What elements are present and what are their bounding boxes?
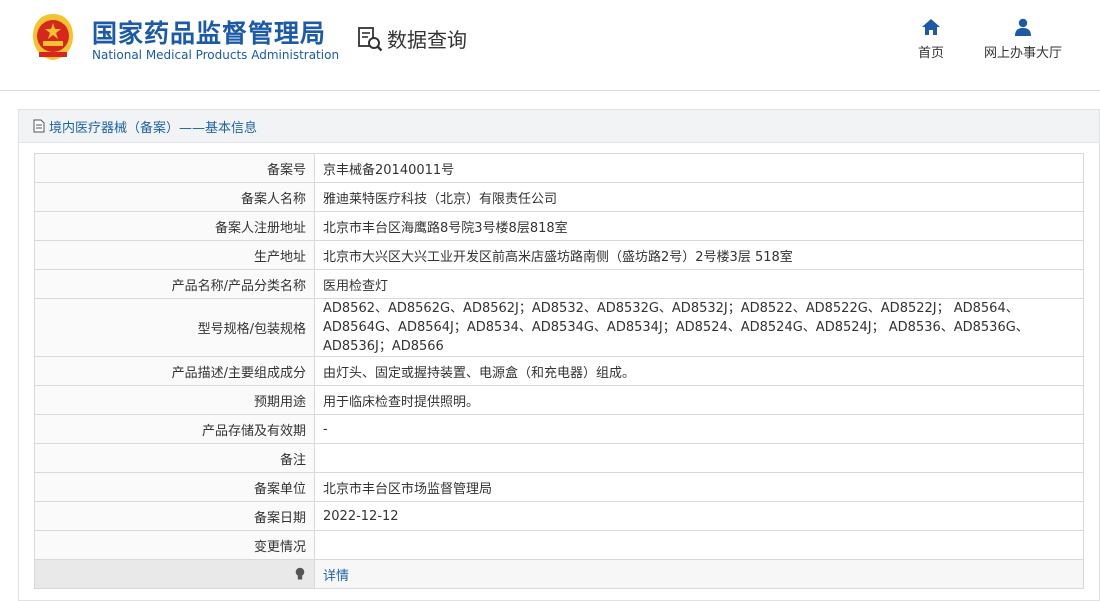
site-title-cn: 国家药品监督管理局 [92,19,327,48]
data-query-label: 数据查询 [387,28,467,52]
field-value [314,530,1084,560]
table-row: 备案号 京丰械备20140011号 [34,153,1084,183]
field-label: 预期用途 [34,385,315,415]
field-label: 型号规格/包装规格 [34,298,315,357]
field-value: 由灯头、固定或握持装置、电源盒（和充电器）组成。 [314,356,1084,386]
table-row: 预期用途 用于临床检查时提供照明。 [34,385,1084,415]
table-row: 产品名称/产品分类名称 医用检查灯 [34,269,1084,299]
field-label: 备案单位 [34,472,315,502]
field-label: 生产地址 [34,240,315,270]
detail-cell: 详情 [314,559,1084,589]
detail-link[interactable]: 详情 [323,569,349,584]
table-row: 备注 [34,443,1084,473]
lightbulb-icon [295,567,305,580]
field-label: 备案日期 [34,501,315,531]
site-header: 国家药品监督管理局 National Medical Products Admi… [0,0,1100,91]
table-row: 备案日期 2022-12-12 [34,501,1084,531]
field-value: AD8562、AD8562G、AD8562J；AD8532、AD8532G、AD… [314,298,1084,357]
field-value [314,443,1084,473]
detail-icon-cell [34,559,315,589]
field-value: 北京市大兴区大兴工业开发区前高米店盛坊路南侧（盛坊路2号）2号楼3层 518室 [314,240,1084,270]
field-label: 备案号 [34,153,315,183]
panel-header: 境内医疗器械（备案）——基本信息 [19,110,1099,143]
record-info-panel: 境内医疗器械（备案）——基本信息 备案号 京丰械备20140011号 备案人名称… [18,109,1100,601]
record-info-table: 备案号 京丰械备20140011号 备案人名称 雅迪莱特医疗科技（北京）有限责任… [34,153,1084,589]
site-title-en: National Medical Products Administration [92,48,340,62]
national-emblem-icon [33,14,73,60]
field-value: 北京市丰台区市场监督管理局 [314,472,1084,502]
document-icon [33,119,45,133]
table-row: 备案人名称 雅迪莱特医疗科技（北京）有限责任公司 [34,182,1084,212]
user-icon [1015,18,1031,36]
data-search-icon [358,26,383,51]
home-icon [922,19,940,35]
field-value: - [314,414,1084,444]
nav-online-service-hall[interactable]: 网上办事大厅 [984,18,1062,61]
table-row-detail: 详情 [34,559,1084,589]
field-label: 产品名称/产品分类名称 [34,269,315,299]
field-label: 产品存储及有效期 [34,414,315,444]
table-row: 产品描述/主要组成成分 由灯头、固定或握持装置、电源盒（和充电器）组成。 [34,356,1084,386]
table-row: 变更情况 [34,530,1084,560]
table-row: 备案单位 北京市丰台区市场监督管理局 [34,472,1084,502]
field-value: 雅迪莱特医疗科技（北京）有限责任公司 [314,182,1084,212]
field-value: 医用检查灯 [314,269,1084,299]
table-row: 型号规格/包装规格 AD8562、AD8562G、AD8562J；AD8532、… [34,298,1084,357]
field-value: 2022-12-12 [314,501,1084,531]
field-label: 备注 [34,443,315,473]
field-label: 备案人注册地址 [34,211,315,241]
nav-home-label: 首页 [918,46,945,61]
table-row: 生产地址 北京市大兴区大兴工业开发区前高米店盛坊路南侧（盛坊路2号）2号楼3层 … [34,240,1084,270]
table-row: 备案人注册地址 北京市丰台区海鹰路8号院3号楼8层818室 [34,211,1084,241]
table-row: 产品存储及有效期 - [34,414,1084,444]
field-label: 备案人名称 [34,182,315,212]
field-value: 北京市丰台区海鹰路8号院3号楼8层818室 [314,211,1084,241]
field-value: 用于临床检查时提供照明。 [314,385,1084,415]
field-label: 变更情况 [34,530,315,560]
nav-online-service-hall-label: 网上办事大厅 [984,46,1063,61]
panel-title: 境内医疗器械（备案）——基本信息 [49,120,258,136]
field-value: 京丰械备20140011号 [314,153,1084,183]
field-label: 产品描述/主要组成成分 [34,356,315,386]
data-query-link[interactable]: 数据查询 [357,24,467,53]
nav-home[interactable]: 首页 [918,18,944,61]
